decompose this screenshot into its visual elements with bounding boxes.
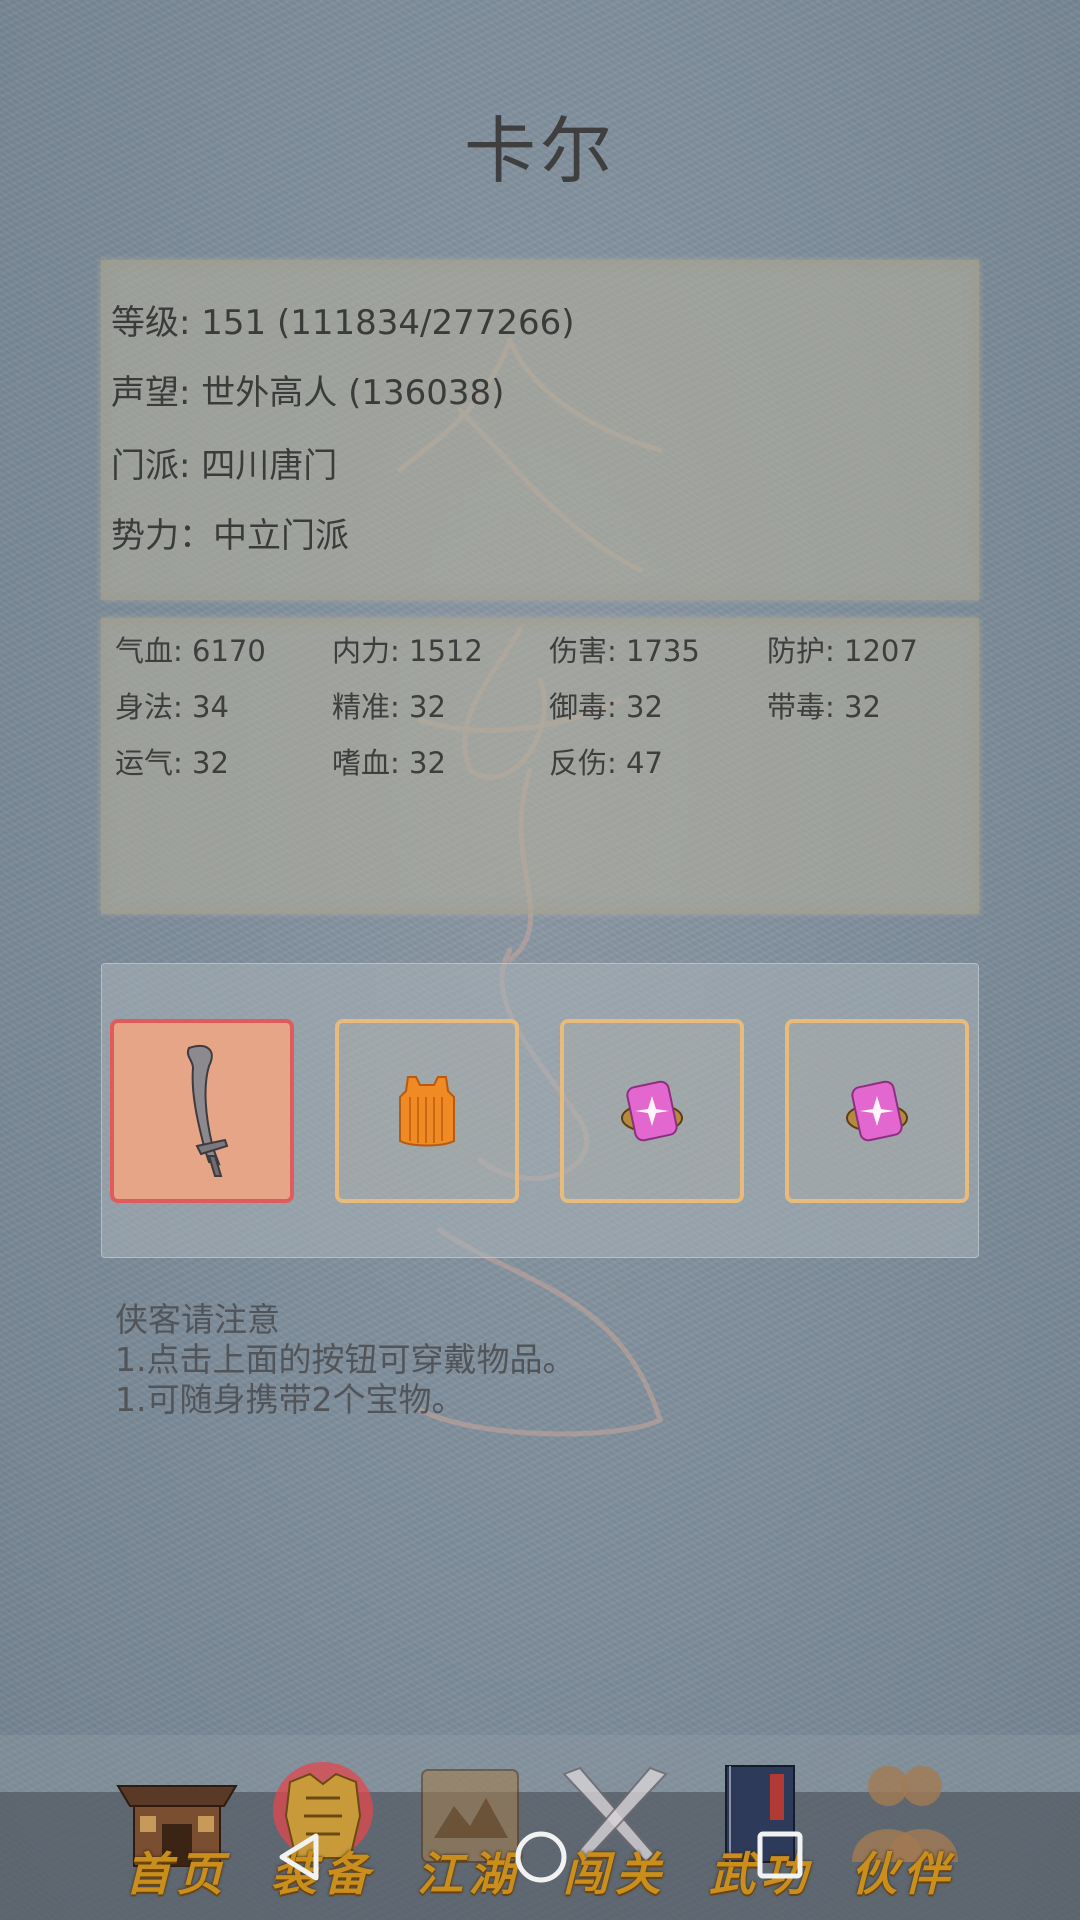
stat-poison: 带毒: 32 — [767, 690, 881, 724]
stat-defense: 防护: 1207 — [767, 634, 918, 668]
home-nav-icon[interactable] — [514, 1830, 568, 1884]
pink-charm-icon — [621, 1080, 683, 1142]
equip-slot-treasure-2[interactable] — [785, 1019, 969, 1203]
notice-heading: 侠客请注意 — [115, 1300, 280, 1339]
equip-slot-treasure-1[interactable] — [560, 1019, 744, 1203]
faction-text: 势力：中立门派 — [111, 516, 349, 556]
back-nav-icon[interactable] — [274, 1830, 322, 1884]
notice-text: 侠客请注意 1.点击上面的按钮可穿戴物品。 1.可随身携带2个宝物。 — [115, 1300, 576, 1420]
stat-inner-power: 内力: 1512 — [332, 634, 483, 668]
stat-luck: 运气: 32 — [115, 746, 229, 780]
pink-charm-icon — [846, 1080, 908, 1142]
sword-icon — [186, 1045, 229, 1177]
stat-lifesteal: 嗜血: 32 — [332, 746, 446, 780]
character-info-panel: 等级: 151 (111834/277266) 声望: 世外高人 (136038… — [101, 260, 979, 600]
tab-home-label: 首页 — [125, 1847, 229, 1901]
notice-line-2: 1.可随身携带2个宝物。 — [115, 1380, 465, 1419]
orange-armor-icon — [399, 1076, 455, 1147]
attribute-stats-panel: 气血: 6170 内力: 1512 伤害: 1735 防护: 1207 身法: … — [101, 618, 979, 914]
stat-poison-resist: 御毒: 32 — [549, 690, 663, 724]
equip-slot-armor[interactable] — [335, 1019, 519, 1203]
tab-challenge[interactable]: 闯关 — [550, 1758, 680, 1908]
equip-slot-weapon[interactable] — [110, 1019, 294, 1203]
stat-accuracy: 精准: 32 — [332, 690, 446, 724]
character-name: 卡尔 — [463, 109, 616, 193]
equipment-panel — [101, 963, 979, 1258]
sect-text: 门派: 四川唐门 — [111, 446, 338, 486]
tab-companions-label: 伙伴 — [851, 1847, 955, 1901]
tab-challenge-label: 闯关 — [563, 1847, 667, 1901]
stat-hp: 气血: 6170 — [115, 634, 266, 668]
recents-nav-icon[interactable] — [756, 1830, 804, 1880]
notice-line-1: 1.点击上面的按钮可穿戴物品。 — [115, 1340, 576, 1379]
stat-reflect: 反伤: 47 — [549, 746, 663, 780]
tab-companions[interactable]: 伙伴 — [838, 1758, 968, 1908]
reputation-text: 声望: 世外高人 (136038) — [111, 373, 505, 413]
stat-damage: 伤害: 1735 — [549, 634, 700, 668]
tab-home[interactable]: 首页 — [112, 1758, 242, 1908]
stat-agility: 身法: 34 — [115, 690, 229, 724]
level-text: 等级: 151 (111834/277266) — [111, 303, 575, 343]
